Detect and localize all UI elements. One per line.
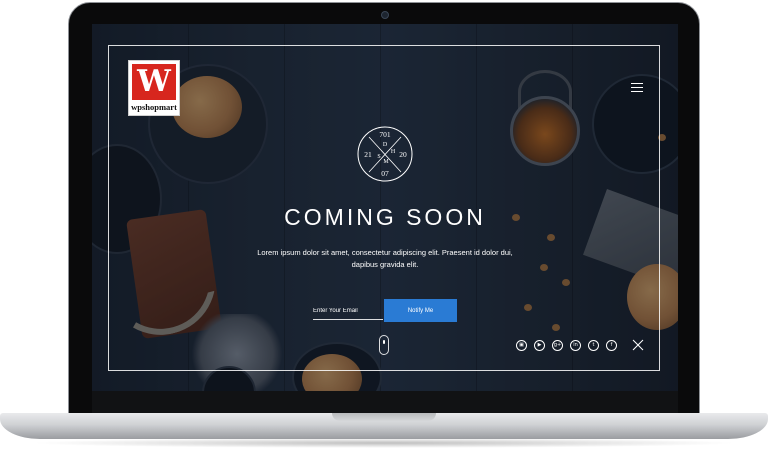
laptop-bezel [92,391,678,413]
logo-mark: W [132,64,176,100]
emblem-right-number: 20 [399,150,407,159]
instagram-icon[interactable]: ▣ [516,340,527,351]
google-plus-icon[interactable]: g+ [552,340,563,351]
logo-letter: W [137,64,171,99]
screen: W wpshopmart 701 D 21 H 20 S M 07 COMING… [92,24,678,391]
facebook-icon[interactable]: f [606,340,617,351]
hamburger-menu-icon[interactable] [631,83,643,93]
logo-text: wpshopmart [131,102,177,112]
emblem-bottom-number: 07 [381,169,389,178]
laptop-notch [332,413,436,421]
twitter-icon[interactable]: t [588,340,599,351]
laptop-shadow [30,438,738,448]
page-description: Lorem ipsum dolor sit amet, consectetur … [257,248,513,269]
notify-me-button[interactable]: Notify Me [384,299,457,322]
close-icon[interactable] [632,339,644,351]
youtube-icon[interactable]: ▶ [534,340,545,351]
email-field[interactable] [313,302,383,320]
scroll-down-icon[interactable] [379,335,389,355]
page-title: COMING SOON [284,204,486,230]
emblem-top-number: 701 [379,130,391,139]
emblem-letter-d: D [382,142,388,148]
camera-icon [381,11,389,19]
logo[interactable]: W wpshopmart [128,60,180,116]
emblem: 701 D 21 H 20 S M 07 [357,123,413,185]
linkedin-icon[interactable]: in [570,340,581,351]
emblem-letter-m: M [383,159,389,165]
